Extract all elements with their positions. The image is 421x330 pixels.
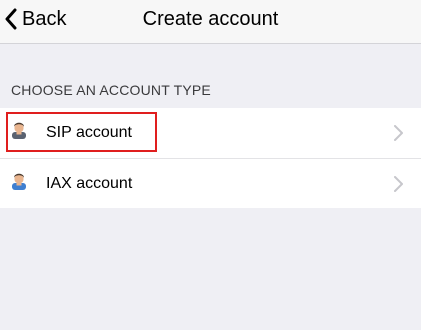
account-type-list: SIP account IAX account (0, 108, 421, 208)
user-avatar-icon (10, 121, 28, 139)
back-button[interactable]: Back (4, 0, 66, 38)
iax-account-row[interactable]: IAX account (0, 158, 421, 208)
account-label: SIP account (46, 124, 132, 141)
back-label: Back (22, 7, 67, 30)
chevron-right-icon (394, 176, 403, 192)
section-header: CHOOSE AN ACCOUNT TYPE (11, 82, 211, 98)
navigation-bar: Back Create account (0, 0, 421, 44)
user-avatar-icon (10, 172, 28, 190)
sip-account-row[interactable]: SIP account (0, 108, 421, 158)
chevron-left-icon (5, 8, 17, 30)
chevron-right-icon (394, 125, 403, 141)
account-label: IAX account (46, 174, 133, 192)
